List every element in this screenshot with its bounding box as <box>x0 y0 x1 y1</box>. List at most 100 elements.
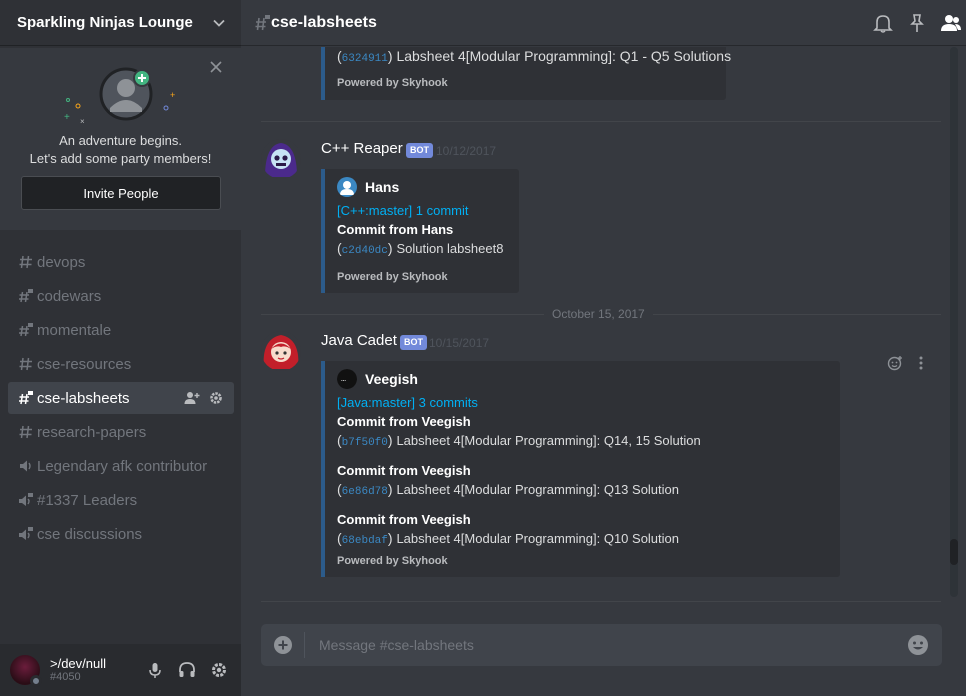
sidebar-item-devops[interactable]: devops <box>8 246 234 278</box>
headphones-icon[interactable] <box>177 660 197 680</box>
close-icon[interactable] <box>209 60 223 74</box>
add-reaction-icon[interactable] <box>887 355 903 371</box>
commit-message: Labsheet 4[Modular Programming]: Q1 - Q5… <box>396 48 732 64</box>
embed-author: … Veegish <box>337 369 830 389</box>
svg-text:+: + <box>170 90 175 100</box>
commit-line: (b7f50f0) Labsheet 4[Modular Programming… <box>337 432 701 449</box>
bot-badge: BOT <box>400 335 427 350</box>
invite-line-1: An adventure begins. <box>59 133 182 148</box>
commit-title: Commit from Veegish <box>337 463 471 478</box>
locked-hash-icon <box>18 321 36 339</box>
channel-label: devops <box>37 253 86 271</box>
embed-author-name[interactable]: Veegish <box>365 371 418 387</box>
commit-link[interactable]: [C++:master] 1 commit <box>337 201 509 220</box>
channel-label: momentale <box>37 321 112 339</box>
server-name: Sparkling Ninjas Lounge <box>17 14 193 31</box>
chat-area: cse-labsheets (6324911) Labsheet 4[Modul… <box>241 0 966 696</box>
cadet-avatar-icon <box>261 331 301 371</box>
sidebar-item-research-papers[interactable]: research-papers <box>8 416 234 448</box>
channel-sidebar: Sparkling Ninjas Lounge + × + An adventu… <box>0 0 241 696</box>
embed-author-name[interactable]: Hans <box>365 179 399 195</box>
emoji-icon[interactable] <box>906 633 930 657</box>
commit-hash[interactable]: 68ebdaf <box>341 535 388 547</box>
avatar[interactable] <box>261 139 301 179</box>
message-divider <box>261 121 941 122</box>
message-input[interactable]: Message #cse-labsheets <box>305 637 906 653</box>
commit-title: Commit from Veegish <box>337 414 471 429</box>
invite-message: An adventure begins. Let's add some part… <box>0 132 241 168</box>
more-options-icon[interactable] <box>913 355 929 371</box>
avatar[interactable] <box>261 331 301 371</box>
commit-line: (6324911) Labsheet 4[Modular Programming… <box>337 48 732 65</box>
pin-icon[interactable] <box>906 12 928 34</box>
message-composer: Message #cse-labsheets <box>261 624 942 666</box>
commit-line: (6e86d78) Labsheet 4[Modular Programming… <box>337 481 679 498</box>
bell-icon[interactable] <box>872 12 894 34</box>
commit-link[interactable]: [Java:master] 3 commits <box>337 393 830 412</box>
message-author[interactable]: C++ Reaper <box>321 140 403 157</box>
commit-hash[interactable]: 6324911 <box>341 53 388 65</box>
reaper-avatar-icon <box>261 139 301 179</box>
upload-button[interactable] <box>261 632 305 658</box>
scrollbar[interactable] <box>950 47 958 597</box>
sidebar-item-momentale[interactable]: momentale <box>8 314 234 346</box>
sidebar-item-cse-labsheets[interactable]: cse-labsheets <box>8 382 234 414</box>
message-author[interactable]: Java Cadet <box>321 332 397 349</box>
commit-hash[interactable]: c2d40dc <box>341 245 388 257</box>
bot-badge: BOT <box>406 143 433 158</box>
message-timestamp: 10/15/2017 <box>429 336 490 350</box>
svg-text:+: + <box>64 112 70 123</box>
commit-message: Labsheet 4[Modular Programming]: Q13 Sol… <box>396 482 679 497</box>
channel-label: codewars <box>37 287 102 305</box>
channel-header: cse-labsheets <box>241 0 966 46</box>
embed-footer: Powered by Skyhook <box>337 77 448 89</box>
user-discriminator: #4050 <box>50 671 81 683</box>
date-divider: October 15, 2017 <box>241 304 941 324</box>
sidebar-item-1337-leaders[interactable]: #1337 Leaders <box>8 484 234 516</box>
gear-icon[interactable] <box>208 390 224 406</box>
commit-hash[interactable]: 6e86d78 <box>341 486 388 498</box>
date-divider-label: October 15, 2017 <box>544 307 653 321</box>
chevron-down-icon[interactable] <box>212 16 226 30</box>
invite-line-2: Let's add some party members! <box>29 151 212 166</box>
server-header[interactable]: Sparkling Ninjas Lounge <box>0 0 241 46</box>
embed-commit: Hans [C++:master] 1 commit Commit from H… <box>321 169 519 293</box>
gear-icon[interactable] <box>209 660 229 680</box>
user-panel: >/dev/null #4050 <box>0 644 241 696</box>
channel-label: #1337 Leaders <box>37 491 138 509</box>
user-info: >/dev/null #4050 <box>50 656 145 684</box>
sidebar-item-legendary-afk-contributor[interactable]: Legendary afk contributor <box>8 450 234 482</box>
message-timestamp: 10/12/2017 <box>436 144 497 158</box>
status-indicator <box>30 675 42 687</box>
user-controls <box>145 660 229 680</box>
channel-title: cse-labsheets <box>271 13 377 31</box>
avatar[interactable] <box>10 655 42 687</box>
sidebar-item-cse-resources[interactable]: cse-resources <box>8 348 234 380</box>
create-invite-icon[interactable] <box>184 390 200 406</box>
commit-title: Commit from Hans <box>337 222 454 237</box>
sidebar-item-codewars[interactable]: codewars <box>8 280 234 312</box>
embed-footer: Powered by Skyhook <box>337 271 448 283</box>
microphone-icon[interactable] <box>145 660 165 680</box>
invite-people-button[interactable]: Invite People <box>21 176 221 210</box>
commit-message: Labsheet 4[Modular Programming]: Q14, 15… <box>396 433 701 448</box>
commit-message: Labsheet 4[Modular Programming]: Q10 Sol… <box>396 531 679 546</box>
hash-icon <box>18 355 36 373</box>
channel-label: cse-labsheets <box>37 389 130 407</box>
svg-text:…: … <box>341 377 346 383</box>
user-icon <box>337 177 357 197</box>
invite-panel: + × + An adventure begins. Let's add som… <box>0 48 241 230</box>
commit-title: Commit from Veegish <box>337 512 471 527</box>
members-icon[interactable] <box>940 12 962 34</box>
commit-hash[interactable]: b7f50f0 <box>341 437 388 449</box>
hash-icon <box>18 253 36 271</box>
scrollbar-thumb[interactable] <box>950 539 958 565</box>
channel-label: Legendary afk contributor <box>37 457 208 475</box>
channel-label: cse-resources <box>37 355 132 373</box>
embed-footer: Powered by Skyhook <box>337 555 448 567</box>
channel-label: cse discussions <box>37 525 143 543</box>
hash-icon <box>18 423 36 441</box>
locked-hash-icon <box>18 389 36 407</box>
message-list: (6324911) Labsheet 4[Modular Programming… <box>241 47 966 607</box>
sidebar-item-cse-discussions[interactable]: cse discussions <box>8 518 234 550</box>
